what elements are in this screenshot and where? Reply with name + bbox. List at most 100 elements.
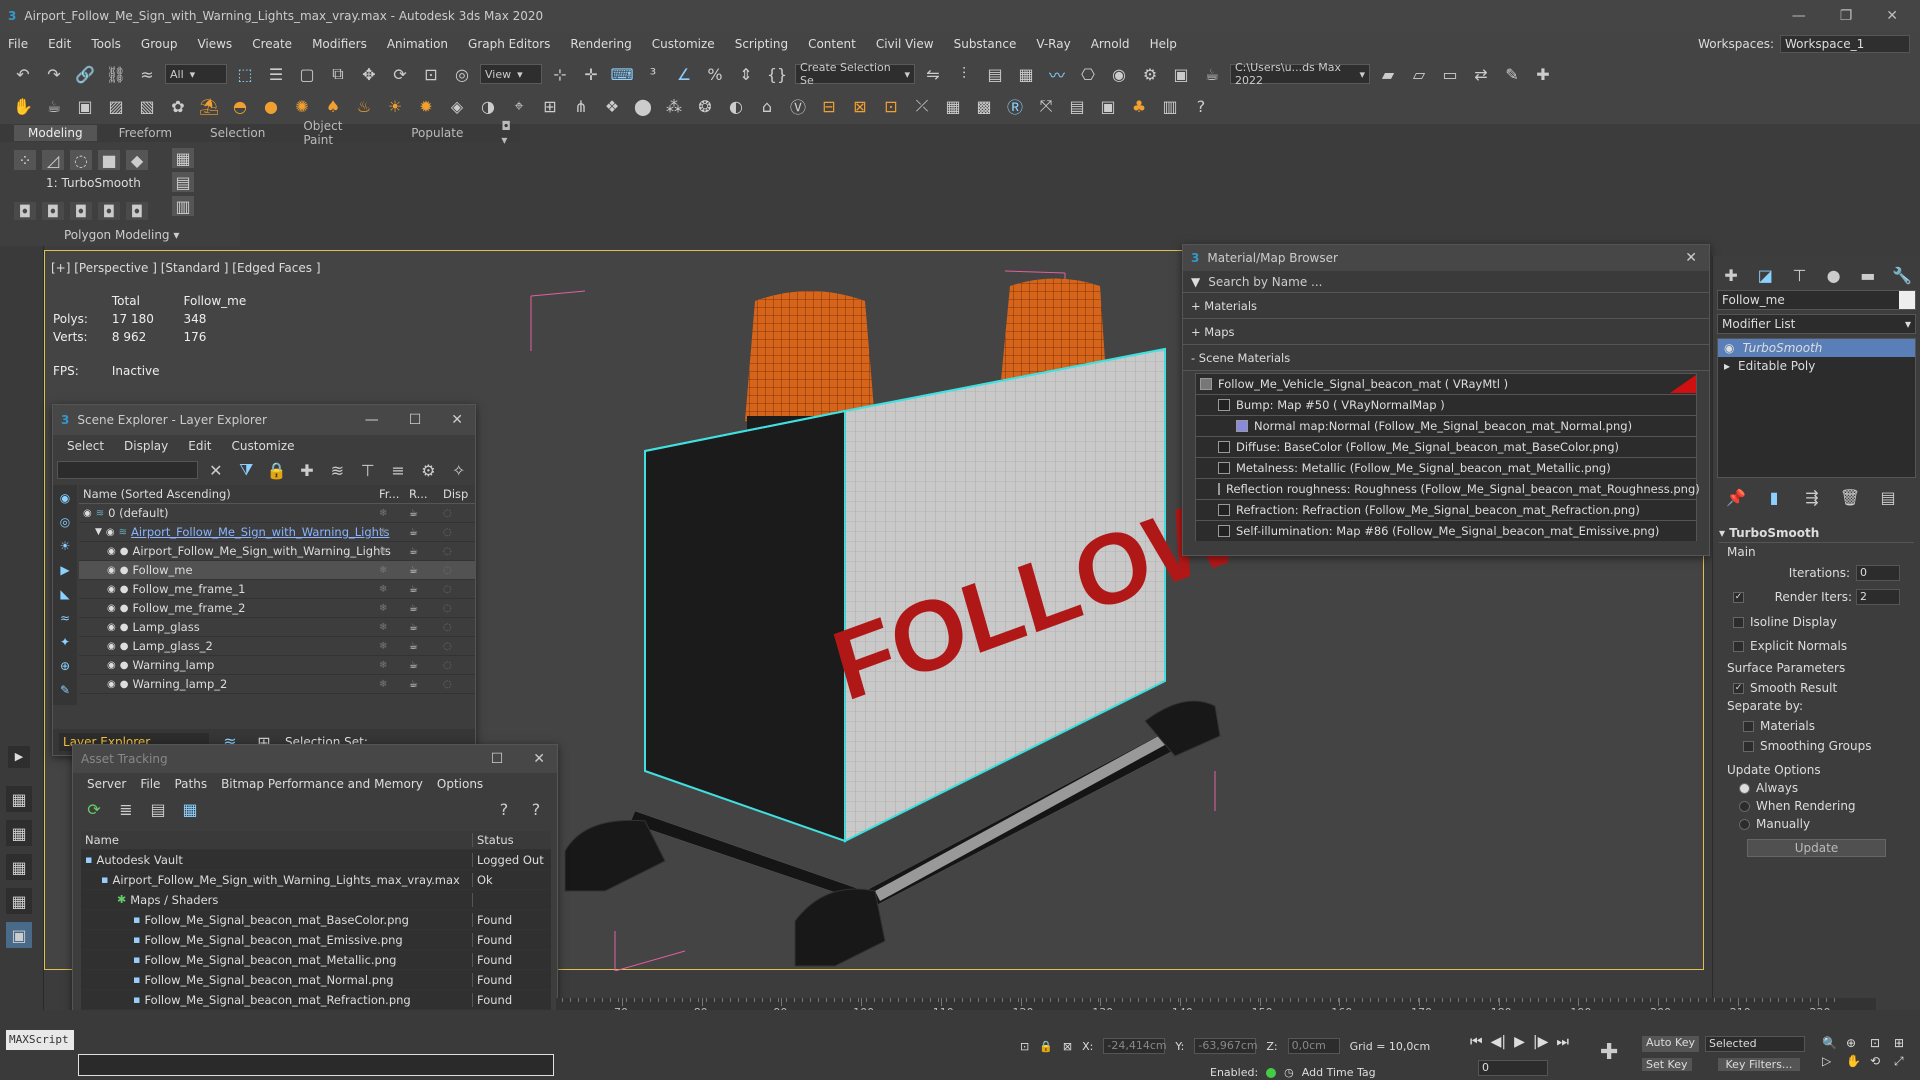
se-col-fr[interactable]: Fr... — [379, 487, 409, 501]
eye-icon[interactable]: ◉ — [106, 527, 115, 538]
menu-item-animation[interactable]: Animation — [387, 37, 448, 51]
lock-icon[interactable]: 🔒 — [264, 457, 288, 483]
key-filters-button[interactable]: Key Filters... — [1717, 1058, 1801, 1071]
menu-item-rendering[interactable]: Rendering — [570, 37, 631, 51]
fur-icon[interactable]: ⌖ — [506, 93, 532, 119]
vray-object-icon[interactable]: ▧ — [134, 93, 160, 119]
scene-row[interactable]: ◉ ● Follow_me_frame_1 ❄ ☕ ◌ — [79, 580, 475, 599]
mesh-light-icon[interactable]: ✺ — [289, 93, 315, 119]
asset-row[interactable]: ✱ Maps / Shaders — [81, 890, 551, 910]
orbit-icon[interactable]: ⟲ — [1870, 1054, 1890, 1069]
abs-toggle-icon[interactable]: ⊠ — [1063, 1040, 1072, 1053]
vertex-icon[interactable]: ⁘ — [14, 150, 36, 170]
menu-item-create[interactable]: Create — [252, 37, 292, 51]
set-key-big-icon[interactable]: ✚ — [1600, 1040, 1630, 1070]
renderable-icon[interactable]: ☕ — [409, 546, 443, 557]
smooth-result-checkbox[interactable]: ✓ — [1733, 683, 1744, 694]
ribbon-tool-5-icon[interactable]: ◘ — [126, 202, 148, 221]
freeze-icon[interactable]: ❄ — [379, 660, 409, 671]
toggle-ribbon-icon[interactable]: ▦ — [1013, 61, 1039, 87]
menu-item-graph-editors[interactable]: Graph Editors — [468, 37, 550, 51]
renderable-icon[interactable]: ☕ — [409, 622, 443, 633]
se-side-2-icon[interactable]: ◎ — [56, 513, 74, 531]
volume-icon[interactable]: ❖ — [599, 93, 625, 119]
renderable-icon[interactable]: ☕ — [409, 508, 443, 519]
eye-icon[interactable]: ◉ — [107, 660, 116, 671]
edge-icon[interactable]: ◿ — [42, 150, 64, 170]
plane-icon[interactable]: ⊞ — [537, 93, 563, 119]
menu-item-file[interactable]: File — [8, 37, 28, 51]
eye-icon[interactable]: ◉ — [107, 546, 116, 557]
eye-icon[interactable]: ◉ — [107, 565, 116, 576]
render-iters-spinner[interactable]: 2 — [1856, 589, 1900, 605]
sun-icon[interactable]: ☀ — [382, 93, 408, 119]
scene-row[interactable]: ◉ ● Lamp_glass ❄ ☕ ◌ — [79, 618, 475, 637]
scene-row[interactable]: ▼ ◉ ≋ Airport_Follow_Me_Sign_with_Warning_L… — [79, 523, 475, 542]
display-icon[interactable]: ◌ — [443, 527, 463, 538]
detail-view-icon[interactable]: ▤ — [145, 796, 171, 822]
teapot-icon[interactable]: ☕ — [41, 93, 67, 119]
isoline-checkbox[interactable] — [1733, 617, 1744, 628]
asset-tracking-titlebar[interactable]: Asset Tracking ☐ ✕ — [73, 745, 557, 773]
element-icon[interactable]: ◆ — [126, 150, 148, 170]
scale-icon[interactable]: ⊡ — [418, 61, 444, 87]
close-icon[interactable]: ✕ — [1886, 8, 1898, 24]
asset-row[interactable]: ▪ Follow_Me_Signal_beacon_mat_BaseColor.p… — [81, 910, 551, 930]
remove-modifier-icon[interactable]: 🗑 — [1837, 484, 1863, 510]
scene-row[interactable]: ◉ ● Follow_me ❄ ☕ ◌ — [79, 561, 475, 580]
maxscript-input[interactable] — [78, 1054, 554, 1076]
sphere-icon[interactable]: ⬤ — [630, 93, 656, 119]
auto-key-button[interactable]: Auto Key — [1642, 1036, 1699, 1052]
list-view-icon[interactable]: ≣ — [113, 796, 139, 822]
menu-item-content[interactable]: Content — [808, 37, 856, 51]
at-maximize-icon[interactable]: ☐ — [491, 751, 504, 767]
material-section-2[interactable]: - Scene Materials — [1183, 345, 1709, 371]
rect-selection-icon[interactable]: ▢ — [294, 61, 320, 87]
asset-row[interactable]: ▪ Follow_Me_Signal_beacon_mat_Metallic.pn… — [81, 950, 551, 970]
sync-icon[interactable]: ⇄ — [1468, 61, 1494, 87]
asset-row[interactable]: ▪ Autodesk Vault Logged Out — [81, 850, 551, 870]
se-menu-select[interactable]: Select — [67, 439, 104, 453]
filter-icon[interactable]: ⧩ — [234, 457, 258, 483]
plant-icon[interactable]: ♣ — [1126, 93, 1152, 119]
clear-find-icon[interactable]: ✕ — [204, 457, 228, 483]
project-path-dropdown[interactable]: C:\Users\u...ds Max 2022 ▾ — [1230, 61, 1370, 87]
asset-row[interactable]: ▪ Follow_Me_Signal_beacon_mat_Normal.png F… — [81, 970, 551, 990]
curve-editor-icon[interactable]: 〰 — [1044, 61, 1070, 87]
lock-sel-icon[interactable]: 🔒 — [1039, 1040, 1053, 1053]
at-help-icon[interactable]: ? — [491, 796, 517, 822]
layout-5-icon[interactable]: ▣ — [6, 922, 32, 948]
rotate-icon[interactable]: ⟳ — [387, 61, 413, 87]
expand-icon[interactable]: ▸ — [1724, 359, 1730, 373]
layer-explorer-icon[interactable]: ▤ — [982, 61, 1008, 87]
render-frame-icon[interactable]: ▣ — [1168, 61, 1194, 87]
scene-row[interactable]: ◉ ● Lamp_glass_2 ❄ ☕ ◌ — [79, 637, 475, 656]
window-crossing-icon[interactable]: ⧉ — [325, 61, 351, 87]
layout-2-icon[interactable]: ▦ — [6, 820, 32, 846]
goto-start-icon[interactable]: ⏮ — [1470, 1034, 1483, 1050]
eye-icon[interactable]: ◉ — [1724, 341, 1734, 355]
hierarchy-tab-icon[interactable]: ⊤ — [1789, 262, 1809, 288]
add-time-tag[interactable]: Add Time Tag — [1302, 1066, 1376, 1079]
select-object-icon[interactable]: ⬚ — [232, 61, 258, 87]
percent-snap-icon[interactable]: % — [702, 61, 728, 87]
se-col-name[interactable]: Name (Sorted Ascending) — [79, 487, 379, 501]
ribbon-tool-4-icon[interactable]: ◘ — [98, 202, 120, 221]
se-side-4-icon[interactable]: ▶ — [56, 561, 74, 579]
edit-icon[interactable]: ✎ — [1499, 61, 1525, 87]
decal-icon[interactable]: ❂ — [692, 93, 718, 119]
at-help2-icon[interactable]: ? — [523, 796, 549, 822]
se-maximize-icon[interactable]: ☐ — [409, 412, 422, 428]
menu-item-substance[interactable]: Substance — [954, 37, 1017, 51]
green-box-icon[interactable]: ▩ — [971, 93, 997, 119]
list-icon[interactable]: ▤ — [1064, 93, 1090, 119]
mesh-clipper-icon[interactable]: ⌂ — [754, 93, 780, 119]
maxscript-listener[interactable]: MAXScript — [6, 1030, 74, 1050]
menu-item-group[interactable]: Group — [141, 37, 178, 51]
ribbon-tab-modeling[interactable]: Modeling — [14, 125, 97, 141]
ribbon-side-2-icon[interactable]: ▤ — [172, 172, 194, 192]
at-menu-paths[interactable]: Paths — [174, 777, 207, 791]
at-col-status[interactable]: Status — [473, 833, 543, 847]
configure-sets-icon[interactable]: ▤ — [1875, 484, 1901, 510]
materials-checkbox[interactable] — [1743, 721, 1754, 732]
